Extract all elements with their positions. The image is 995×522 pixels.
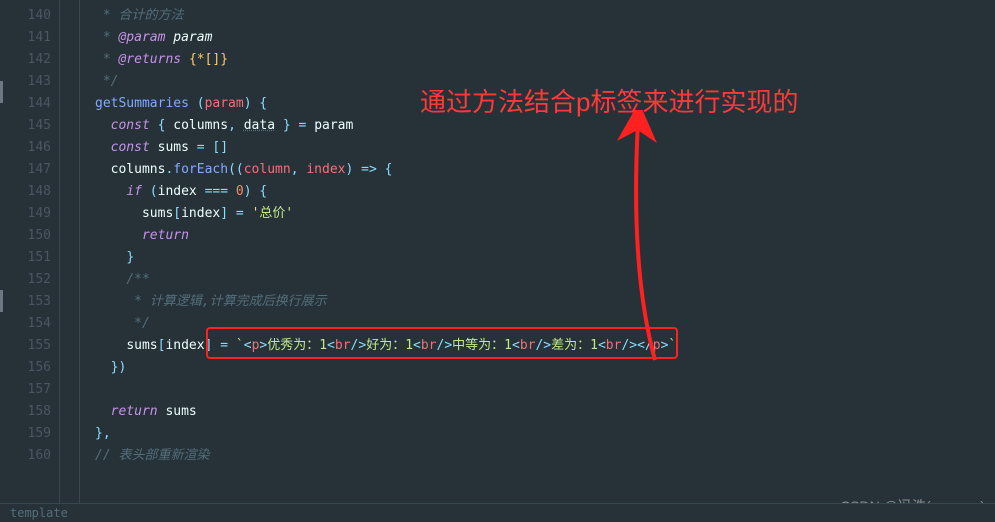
code-line: * @param param (95, 27, 995, 49)
code-line: */ (95, 71, 995, 93)
code-area[interactable]: * 合计的方法 * @param param * @returns {*[]} … (80, 0, 995, 522)
bottom-tab[interactable]: template (0, 503, 995, 522)
code-line: sums[index] = `<p>优秀为：1<br/>好为：1<br/>中等为… (95, 335, 995, 357)
code-line: } (95, 247, 995, 269)
code-line: * 计算逻辑,计算完成后换行展示 (95, 291, 995, 313)
change-marker-gutter (0, 0, 5, 522)
code-line: getSummaries (param) { (95, 93, 995, 115)
code-line: return sums (95, 401, 995, 423)
line-number: 145 (15, 115, 51, 137)
line-number: 150 (15, 225, 51, 247)
line-number: 149 (15, 203, 51, 225)
line-number: 147 (15, 159, 51, 181)
code-line: }, (95, 423, 995, 445)
code-line (95, 379, 995, 401)
code-line: * @returns {*[]} (95, 49, 995, 71)
line-number: 151 (15, 247, 51, 269)
code-line: if (index === 0) { (95, 181, 995, 203)
code-line: columns.forEach((column, index) => { (95, 159, 995, 181)
line-number-gutter: 140 141 142 143 144 145 146 147 148 149 … (5, 0, 60, 522)
line-number: 148 (15, 181, 51, 203)
line-number: 158 (15, 401, 51, 423)
line-number: 141 (15, 27, 51, 49)
code-editor[interactable]: 140 141 142 143 144 145 146 147 148 149 … (0, 0, 995, 522)
line-number: 159 (15, 423, 51, 445)
code-line: }) (95, 357, 995, 379)
line-number: 155 (15, 335, 51, 357)
code-line: * 合计的方法 (95, 5, 995, 27)
line-number: 142 (15, 49, 51, 71)
line-number: 143 (15, 71, 51, 93)
code-line: return (95, 225, 995, 247)
code-line: /** (95, 269, 995, 291)
line-number: 157 (15, 379, 51, 401)
fold-gutter (60, 0, 80, 522)
line-number: 160 (15, 445, 51, 467)
code-line: // 表头部重新渲染 (95, 445, 995, 467)
line-number: 140 (15, 5, 51, 27)
line-number: 146 (15, 137, 51, 159)
line-number: 153 (15, 291, 51, 313)
line-number: 156 (15, 357, 51, 379)
line-number: 144 (15, 93, 51, 115)
code-line: */ (95, 313, 995, 335)
code-line: const sums = [] (95, 137, 995, 159)
code-line: const { columns, data } = param (95, 115, 995, 137)
line-number: 154 (15, 313, 51, 335)
line-number: 152 (15, 269, 51, 291)
code-line: sums[index] = '总价' (95, 203, 995, 225)
